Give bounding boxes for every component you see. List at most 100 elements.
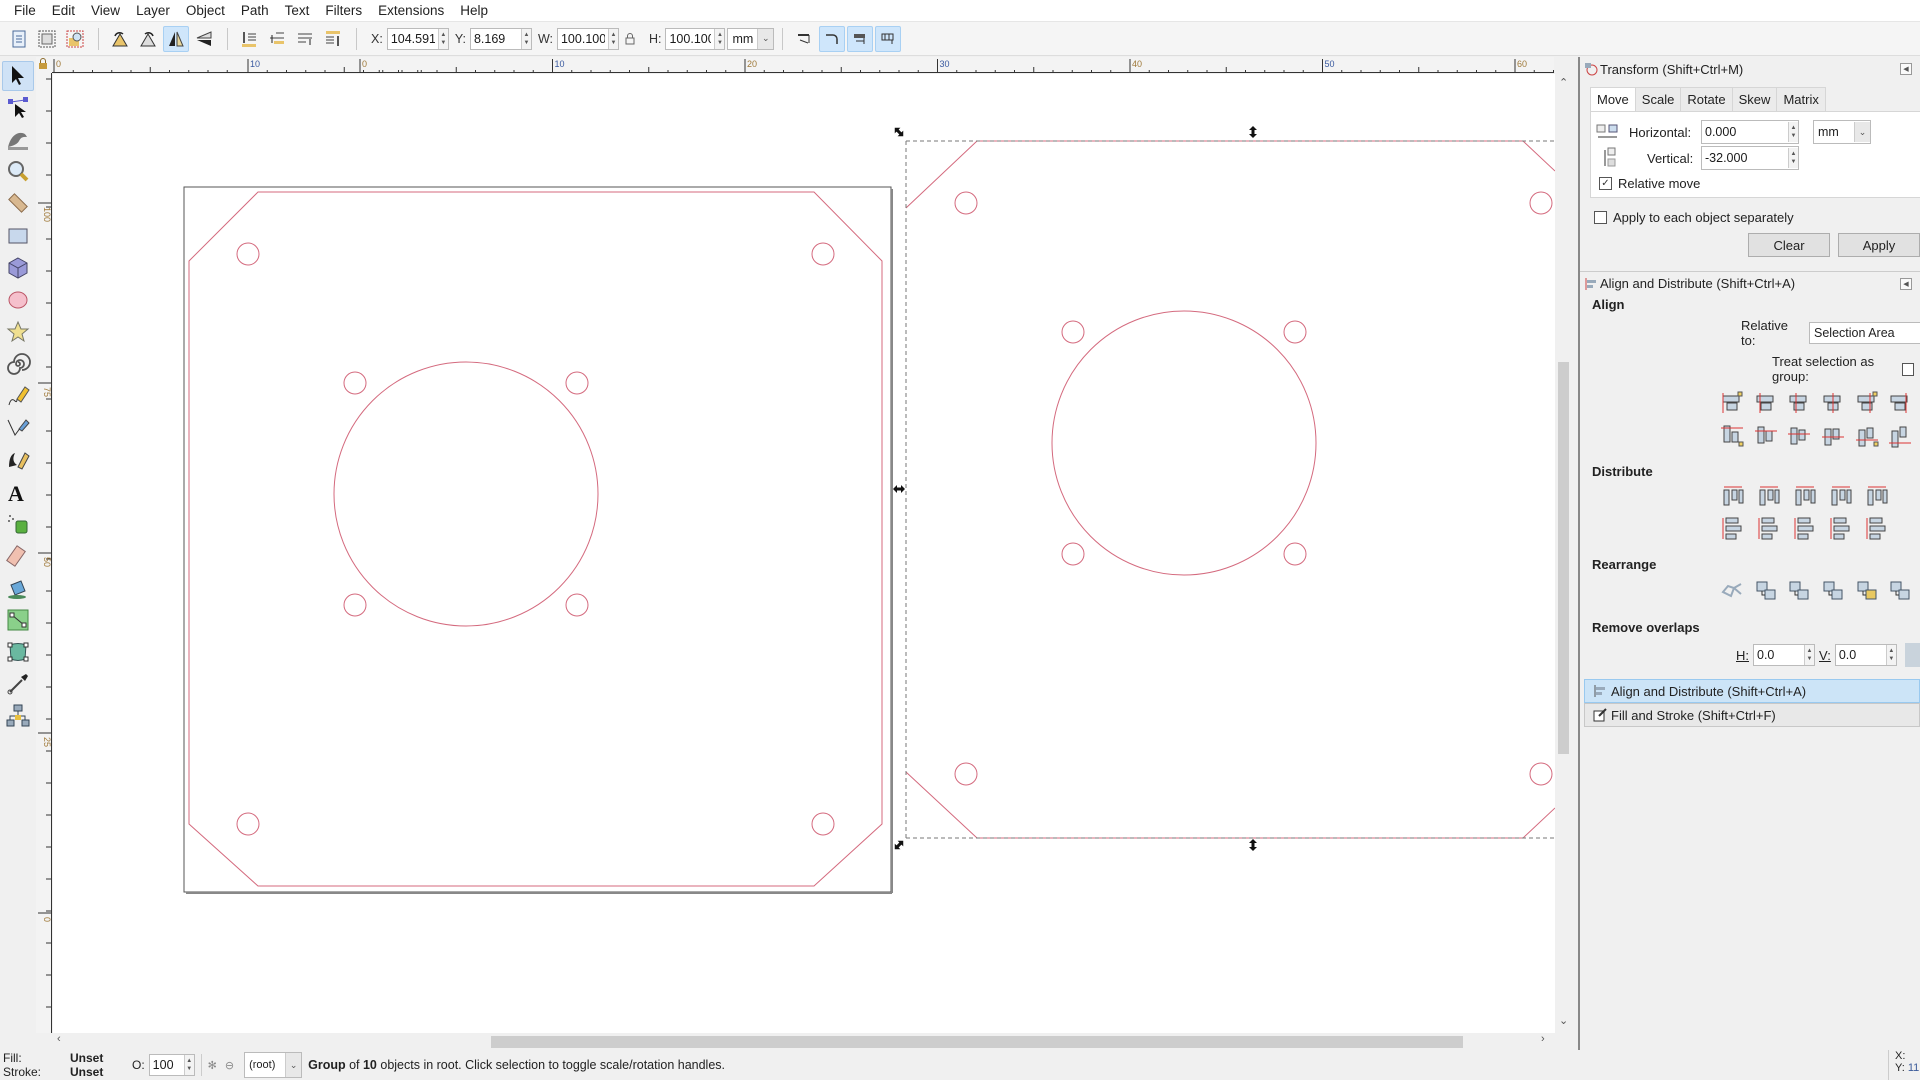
tab-scale[interactable]: Scale [1634,87,1682,111]
vertical-field[interactable]: ▲▼ [1701,146,1799,170]
unclump-button[interactable] [1886,576,1914,606]
menu-view[interactable]: View [83,3,128,18]
distribute-bottom-edges-button[interactable] [1790,513,1820,543]
tool-tweak[interactable] [2,125,34,155]
tool-connector[interactable] [2,701,34,731]
align-right-edges-to-anchor-left-button[interactable] [1718,388,1746,418]
menu-edit[interactable]: Edit [44,3,83,18]
collapse-panel-icon[interactable]: ◀ [1900,63,1912,75]
tab-move[interactable]: Move [1590,87,1636,111]
tool-text[interactable]: A [2,477,34,507]
align-left-edges-button[interactable] [1752,388,1780,418]
distribute-baselines-vertically-button[interactable] [1862,513,1892,543]
tool-node[interactable] [2,93,34,123]
tool-eraser[interactable] [2,541,34,571]
distribute-gaps-horizontally-button[interactable] [1826,481,1856,511]
rotate-cw-button[interactable] [135,26,161,52]
tool-pen[interactable] [2,413,34,443]
graph-layout-button[interactable] [1718,576,1746,606]
move-unit-dropdown[interactable]: mm ⌄ [1813,120,1871,144]
tool-selector[interactable] [2,61,34,91]
ruler-corner-lock[interactable] [36,57,52,73]
vertical-scroll-thumb[interactable] [1558,362,1569,754]
tab-rotate[interactable]: Rotate [1680,87,1733,111]
align-top-edges-button[interactable] [1752,420,1780,450]
layer-visibility-icon[interactable]: ✻ [208,1059,217,1072]
menu-help[interactable]: Help [452,3,496,18]
tab-skew[interactable]: Skew [1731,87,1778,111]
vertical-ruler[interactable]: 100 75 50 25 0 [36,73,52,1033]
x-stepper[interactable]: ▲ ▼ [437,28,448,49]
center-on-horizontal-axis-button[interactable] [1785,420,1813,450]
selected-group[interactable] [905,140,1555,839]
overlap-v-field[interactable]: ▲▼ [1834,644,1897,666]
opacity-input[interactable] [149,1055,184,1075]
select-all-layers-button[interactable] [34,26,60,52]
horizontal-stepper[interactable]: ▲ ▼ [1788,122,1798,142]
distribute-top-edges-button[interactable] [1718,513,1748,543]
align-bottom-edges-button[interactable] [1819,420,1847,450]
menu-object[interactable]: Object [178,3,233,18]
vertical-stepper[interactable]: ▲ ▼ [1788,148,1798,168]
treat-group-checkbox[interactable] [1902,362,1914,376]
horizontal-field[interactable]: ▲▼ [1701,120,1799,144]
tool-spray[interactable] [2,509,34,539]
w-field[interactable]: ▲▼ [556,27,619,50]
y-stepper[interactable]: ▲ ▼ [520,28,531,49]
menu-filters[interactable]: Filters [317,3,370,18]
distribute-left-edges-button[interactable] [1718,481,1748,511]
opacity-field[interactable]: ▲▼ [148,1054,195,1076]
apply-each-option[interactable]: Apply to each object separately [1594,210,1920,225]
move-patterns-toggle[interactable] [875,25,902,52]
raise-button[interactable] [292,26,318,52]
align-top-to-anchor-bottom-button[interactable] [1853,420,1881,450]
select-all-button[interactable] [6,26,32,52]
overlap-h-field[interactable]: ▲▼ [1753,644,1815,666]
tool-mesh[interactable] [2,637,34,667]
scale-handle-left[interactable] [893,485,905,493]
distribute-centers-vertically-button[interactable] [1754,513,1784,543]
center-on-vertical-axis-button[interactable] [1785,388,1813,418]
align-bottom-to-anchor-top-button[interactable] [1718,420,1746,450]
overlap-h-input[interactable] [1754,645,1804,665]
rotate-ccw-button[interactable] [107,26,133,52]
scale-corners-toggle[interactable] [819,25,846,52]
tool-measure[interactable] [2,189,34,219]
dock-tab-align-distribute[interactable]: Align and Distribute (Shift+Ctrl+A) [1584,679,1920,703]
overlap-v-input[interactable] [1835,645,1886,665]
overlap-v-stepper[interactable]: ▲ ▼ [1885,645,1896,665]
h-stepper[interactable]: ▲ ▼ [714,28,725,49]
x-field[interactable]: ▲▼ [386,27,449,50]
layer-lock-icon[interactable]: ⊖ [225,1059,234,1072]
distribute-right-edges-button[interactable] [1790,481,1820,511]
y-field[interactable]: ▲▼ [469,27,532,50]
lower-to-bottom-button[interactable] [236,26,262,52]
scale-handle-top-left[interactable] [892,125,906,139]
fill-stroke-indicator[interactable]: Fill: Stroke: Unset Unset [0,1050,120,1080]
tool-spiral[interactable] [2,349,34,379]
tool-star[interactable] [2,317,34,347]
raise-to-top-button[interactable] [320,26,346,52]
tool-paint-bucket[interactable] [2,573,34,603]
vertical-scrollbar[interactable]: ⌃ ⌄ [1555,74,1572,1033]
horizontal-ruler[interactable]: 0100102030405060708090100110120130140150… [52,57,1554,73]
unit-dropdown[interactable]: mm ⌄ [727,27,775,50]
flip-horizontal-button[interactable] [163,25,189,52]
menu-extensions[interactable]: Extensions [370,3,452,18]
horizontal-input[interactable] [1702,122,1788,142]
scale-handle-bottom[interactable] [1249,839,1257,851]
scroll-left-icon[interactable]: ‹ [57,1033,61,1045]
h-input[interactable] [666,28,715,49]
opacity-stepper[interactable]: ▲ ▼ [183,1055,194,1075]
h-field[interactable]: ▲▼ [665,27,726,50]
tool-dropper[interactable] [2,669,34,699]
randomize-centers-button[interactable] [1853,576,1881,606]
tool-calligraphy[interactable] [2,445,34,475]
relative-to-dropdown[interactable]: Selection Area [1809,322,1920,344]
distribute-baselines-horizontally-button[interactable] [1862,481,1892,511]
drawing-canvas[interactable] [53,74,1555,1033]
tool-pencil[interactable] [2,381,34,411]
apply-each-checkbox[interactable] [1594,211,1607,224]
menu-path[interactable]: Path [233,3,277,18]
w-stepper[interactable]: ▲ ▼ [607,28,618,49]
